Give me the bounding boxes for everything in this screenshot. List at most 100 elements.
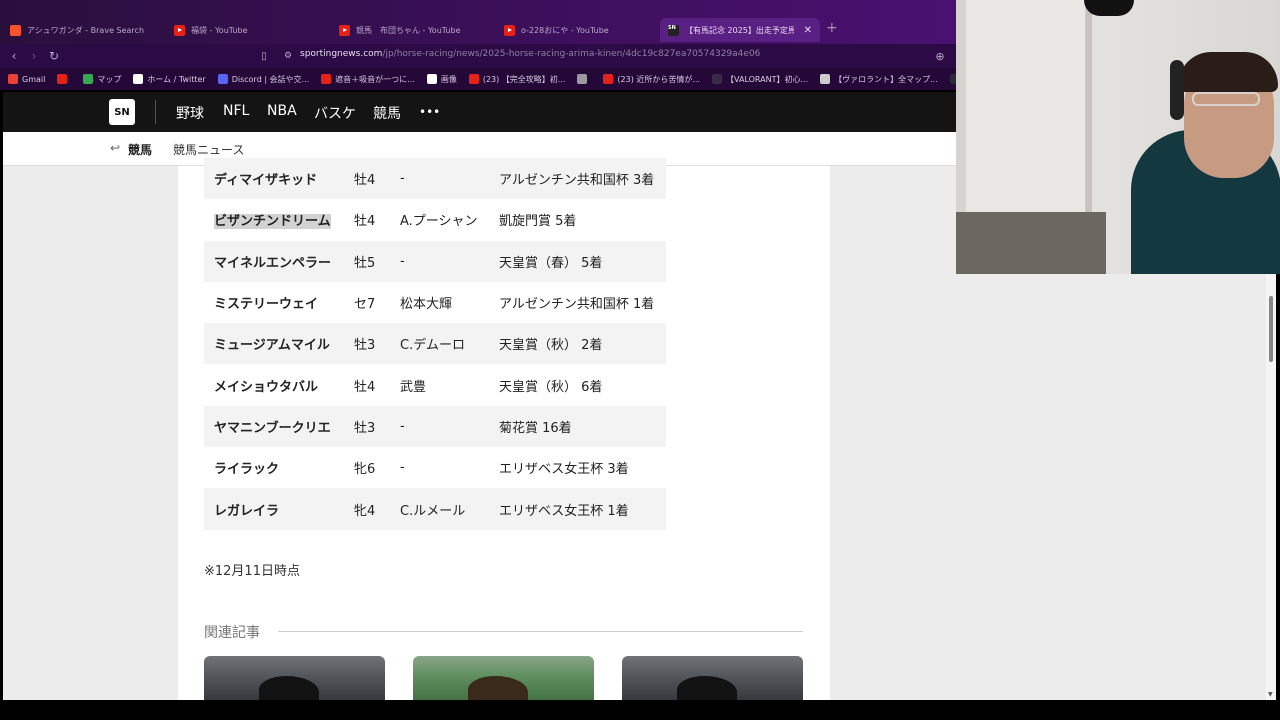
bookmark-item[interactable]: Gmail [8,74,45,84]
related-article-card[interactable] [413,656,594,700]
runner-previous-race: 菊花賞 16着 [499,420,572,436]
runner-row: ライラック 牝6 - エリザベス女王杯 3着 [204,447,666,488]
runner-row: メイショウタバル 牡4 武豊 天皇賞（秋） 6着 [204,364,666,405]
bookmarks-bar: Gmail マップ ホーム / Twitter Discord | 会話や交... 遮音… [0,68,956,90]
bookmark-favicon-icon [577,74,588,84]
close-tab-icon[interactable]: ✕ [804,25,812,36]
youtube-icon [504,24,515,36]
bookmark-icon[interactable]: ▯ [256,48,272,64]
runner-sex-age: 牡4 [354,379,376,395]
bookmark-favicon-icon [217,74,228,84]
sn-logo[interactable]: SN [109,99,135,125]
runner-jockey: 武豊 [400,379,427,395]
bookmark-item[interactable]: 遮音＋吸音が一つに... [321,74,415,85]
bookmark-favicon-icon [83,74,94,84]
browser-tab[interactable]: アシュワガンダ - Brave Search [2,18,162,42]
runner-previous-race: アルゼンチン共和国杯 3着 [499,173,655,189]
bookmark-label: マップ [97,74,122,84]
bookmark-favicon-icon [321,74,332,84]
browser-nav-bar: ‹ › ↻ ▯ ⚙ sportingnews.com/jp/horse-raci… [0,44,956,68]
related-articles-title: 関連記事 [204,625,260,641]
related-divider [278,631,803,632]
related-article-card[interactable] [204,656,385,700]
bookmark-label: Discord | 会話や交... [231,74,310,84]
browser-tab[interactable]: 福袋 - YouTube [166,18,328,42]
back-arrow-icon[interactable]: ↩ [110,141,120,155]
runner-jockey: - [400,253,405,269]
bookmark-item[interactable]: マップ [83,74,121,85]
runner-row: ミステリーウェイ セ7 松本大輝 アルゼンチン共和国杯 1着 [204,282,666,323]
bookmark-label: Gmail [22,74,46,84]
runner-jockey: - [400,418,405,434]
bookmark-label: 画像 [440,74,457,84]
back-icon[interactable]: ‹ [6,48,22,64]
runner-name: レガレイラ [214,503,280,519]
breadcrumb-news[interactable]: 競馬ニュース [173,141,244,158]
bookmark-item[interactable]: Discord | 会話や交... [217,74,310,85]
bookmark-favicon-icon [57,74,68,84]
runner-name: マイネルエンペラー [214,255,332,271]
webcam-person-hair [1178,52,1278,92]
browser-tab[interactable]: 競馬 布団ちゃん - YouTube [331,18,493,42]
bookmark-item[interactable]: 【ヴァロラント】全マップ... [820,74,938,85]
more-menu-icon[interactable]: ••• [419,105,440,119]
bookmark-item[interactable] [57,74,71,84]
race-photo-image [468,676,528,700]
bookmark-item[interactable]: 画像 [426,74,457,85]
horse-silhouette-image [677,676,737,700]
runner-name: メイショウタバル [214,379,319,395]
new-tab-button[interactable]: + [826,20,838,36]
sn-icon: SN [668,24,679,36]
address-bar[interactable]: sportingnews.com/jp/horse-racing/news/20… [300,49,760,59]
runner-sex-age: 牡4 [354,214,376,230]
nav-baseball[interactable]: 野球 [176,103,204,123]
youtube-icon [174,24,185,36]
bookmark-label: (23) 【完全攻略】初... [482,74,566,84]
runner-previous-race: エリザベス女王杯 3着 [499,462,629,478]
webcam-overlay [956,0,1280,274]
forward-icon[interactable]: › [26,48,42,64]
runner-previous-race: エリザベス女王杯 1着 [499,503,629,519]
as-of-note: ※12月11日時点 [204,564,300,579]
bookmark-item[interactable] [577,74,591,84]
runner-jockey: C.デムーロ [400,338,465,354]
runner-sex-age: 牡3 [354,338,376,354]
bookmark-item[interactable]: (23) 近所から苦情が... [603,74,700,85]
scroll-thumb[interactable] [1269,296,1273,362]
nav-nba[interactable]: NBA [267,103,297,119]
runner-sex-age: セ7 [354,297,376,313]
nav-horse-racing[interactable]: 競馬 [373,103,401,123]
zoom-icon[interactable]: ⊕ [932,48,948,64]
runner-name: ヤマニンブークリエ [214,420,331,436]
bookmark-label: 【ヴァロラント】全マップ... [834,74,938,84]
bookmark-item[interactable]: 【VALORANT】初心... [712,74,808,85]
runner-previous-race: 天皇賞（春） 5着 [499,255,603,271]
bookmark-favicon-icon [468,74,479,84]
bookmark-label: 【VALORANT】初心... [726,74,809,84]
runner-jockey: - [400,171,405,187]
bookmark-favicon-icon [603,74,614,84]
runner-row: レガレイラ 牝4 C.ルメール エリザベス女王杯 1着 [204,488,666,530]
bookmark-favicon-icon [133,74,144,84]
runner-jockey: C.ルメール [400,503,466,519]
runner-row: ディマイザキッド 牡4 - アルゼンチン共和国杯 3着 [204,158,666,200]
reload-icon[interactable]: ↻ [46,48,62,64]
nav-nfl[interactable]: NFL [223,103,249,119]
bookmark-favicon-icon [8,74,18,84]
bookmark-item[interactable]: (23) 【完全攻略】初... [468,74,566,85]
site-info-icon[interactable]: ⚙ [282,48,294,64]
runner-jockey: A.プーシャン [400,214,478,230]
runner-jockey: - [400,460,405,476]
runner-jockey: 松本大輝 [400,297,453,313]
runner-sex-age: 牝6 [354,462,376,478]
breadcrumb-category[interactable]: 競馬 [128,141,152,158]
related-article-card[interactable] [622,656,803,700]
browser-tab-bar: アシュワガンダ - Brave Search 福袋 - YouTube 競馬 布… [0,0,956,44]
bookmark-item[interactable]: ホーム / Twitter [133,74,206,85]
nav-basketball[interactable]: バスケ [314,103,356,123]
scroll-down-icon[interactable]: ▼ [1268,691,1273,698]
browser-tab-active[interactable]: SN 【有馬記念 2025】出走予定馬・騎 ✕ [660,18,820,42]
runner-name: ビザンチンドリーム [204,199,344,240]
webcam-headset [1170,60,1184,120]
browser-tab[interactable]: o-228おにや - YouTube [496,18,658,42]
